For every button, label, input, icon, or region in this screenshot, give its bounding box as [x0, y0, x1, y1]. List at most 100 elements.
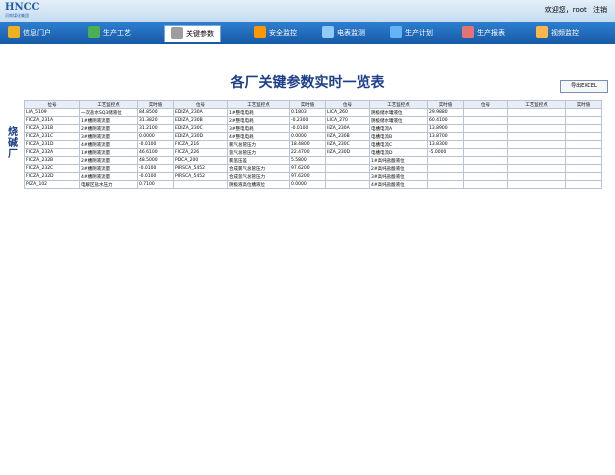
- table-cell: [565, 132, 602, 141]
- table-cell: 31.2100: [137, 124, 174, 133]
- table-cell: PIRSCA_5452: [173, 172, 228, 181]
- table-cell: [427, 164, 464, 173]
- table-cell: IIZA_230C: [325, 140, 370, 149]
- column-header: 工艺监控点: [369, 100, 428, 109]
- table-cell: 氢气总管压力: [227, 148, 290, 157]
- table-cell: 3#高纯盐酸液位: [369, 172, 428, 181]
- table-cell: [565, 180, 602, 189]
- table-cell: 97.6200: [289, 172, 326, 181]
- process-icon: [88, 26, 100, 38]
- table-cell: 13.8700: [427, 132, 464, 141]
- table-header-row: 位号 工艺监控点 实时值 位号 工艺监控点 实时值 位号 工艺监控点 实时值 位…: [24, 100, 602, 109]
- tab-meter[interactable]: 电表监测: [322, 25, 365, 41]
- table-cell: EDIZA_230D: [173, 132, 228, 141]
- table-cell: 合成氢气总管压力: [227, 172, 290, 181]
- table-cell: 阴极液高位槽液位: [227, 180, 290, 189]
- table-cell: 2#槽阴液流量: [79, 156, 138, 165]
- tab-video[interactable]: 视频监控: [536, 25, 579, 41]
- table-cell: 3#槽阴液流量: [79, 164, 138, 173]
- table-row: FICZA_232C 3#槽阴液流量 -0.0100 PIRSCA_5452 合成氯气总…: [24, 164, 602, 173]
- table-cell: [325, 180, 370, 189]
- table-cell: FICZA_232D: [24, 172, 80, 181]
- table-cell: IIZA_230A: [325, 124, 370, 133]
- table-cell: 18.4800: [289, 140, 326, 149]
- table-cell: 1#槽阴液流量: [79, 148, 138, 157]
- column-header: 实时值: [565, 100, 602, 109]
- table-cell: [463, 164, 508, 173]
- table-cell: 阴极储水罐液位: [369, 108, 428, 117]
- table-cell: [427, 156, 464, 165]
- table-cell: 31.3820: [137, 116, 174, 125]
- table-cell: -0.2300: [289, 116, 326, 125]
- table-cell: [325, 156, 370, 165]
- table-cell: 4#整电电耗: [227, 132, 290, 141]
- tab-report[interactable]: 生产报表: [462, 25, 505, 41]
- table-cell: 84.8500: [137, 108, 174, 117]
- table-row: FICZA_231C 3#槽阴液流量 0.0000 EDIZA_230D 4#整电电耗 0…: [24, 132, 602, 141]
- column-header: 位号: [325, 100, 370, 109]
- logout-link[interactable]: 注销: [593, 6, 607, 14]
- table-cell: -5.0000: [427, 148, 464, 157]
- column-header: 位号: [463, 100, 508, 109]
- table-cell: FICZA_231D: [24, 140, 80, 149]
- table-cell: 13.8300: [427, 140, 464, 149]
- table-cell: [463, 124, 508, 133]
- table-cell: [463, 132, 508, 141]
- table-cell: 电槽电流B: [369, 132, 428, 141]
- table-cell: 阴极储水罐液位: [369, 116, 428, 125]
- company-logo: HNCC: [5, 2, 40, 13]
- table-cell: [463, 180, 508, 189]
- table-cell: EDIZA_230C: [173, 124, 228, 133]
- table-cell: FICZA_226: [173, 148, 228, 157]
- table-cell: [565, 148, 602, 157]
- table-cell: 22.4700: [289, 148, 326, 157]
- column-header: 位号: [24, 100, 80, 109]
- table-row: FICZA_231A 1#槽阴液流量 31.3820 EDIZA_230B 2#整电电耗…: [24, 116, 602, 125]
- table-cell: -0.0100: [289, 124, 326, 133]
- table-cell: -0.0100: [137, 164, 174, 173]
- column-header: 工艺监控点: [79, 100, 138, 109]
- table-row: FICZA_231D 4#槽阴液流量 -0.0100 FICZA_216 氯气总管压力 1…: [24, 140, 602, 149]
- table-cell: 电槽电流A: [369, 124, 428, 133]
- tab-key-params[interactable]: 关键参数: [164, 25, 221, 42]
- column-header: 位号: [173, 100, 228, 109]
- table-cell: [565, 108, 602, 117]
- tab-portal[interactable]: 信息门户: [8, 25, 51, 41]
- table-cell: [507, 140, 566, 149]
- table-cell: FICZA_231A: [24, 116, 80, 125]
- table-row: FICZA_232A 1#槽阴液流量 46.6100 FICZA_226 氢气总管压力 2…: [24, 148, 602, 157]
- export-excel-button[interactable]: 导出EXCEL: [560, 80, 608, 93]
- table-cell: -0.0100: [137, 172, 174, 181]
- table-cell: PDCA_200: [173, 156, 228, 165]
- table-cell: LIA_5109: [24, 108, 80, 117]
- table-row: FICZA_231B 2#槽阴液流量 31.2100 EDIZA_230C 3#整电电耗…: [24, 124, 602, 133]
- table-cell: IIZA_230D: [325, 148, 370, 157]
- table-cell: 48.5000: [137, 156, 174, 165]
- table-cell: 0.0000: [289, 180, 326, 189]
- table-cell: 5.5800: [289, 156, 326, 165]
- table-cell: [463, 172, 508, 181]
- table-cell: FICZA_232C: [24, 164, 80, 173]
- table-cell: [325, 164, 370, 173]
- table-cell: [565, 164, 602, 173]
- table-cell: 4#槽阴液流量: [79, 172, 138, 181]
- table-cell: PIZA_102: [24, 180, 80, 189]
- table-cell: PIRSCA_5452: [173, 164, 228, 173]
- table-cell: 电槽电流D: [369, 148, 428, 157]
- table-cell: [325, 172, 370, 181]
- table-cell: 4#高纯盐酸液位: [369, 180, 428, 189]
- tab-safety[interactable]: 安全监控: [254, 25, 297, 41]
- table-cell: [507, 116, 566, 125]
- table-row: FICZA_232B 2#槽阴液流量 48.5000 PDCA_200 氯氢压差 5.58…: [24, 156, 602, 165]
- table-cell: EDIZA_230A: [173, 108, 228, 117]
- table-cell: 2#槽阴液流量: [79, 124, 138, 133]
- company-logo-subtitle: 河南煤化集团: [5, 13, 29, 18]
- table-cell: 0.0000: [137, 132, 174, 141]
- table-cell: 0.1803: [289, 108, 326, 117]
- table-cell: FICZA_232A: [24, 148, 80, 157]
- tab-plan[interactable]: 生产计划: [390, 25, 433, 41]
- table-cell: [565, 156, 602, 165]
- table-cell: 0.7100: [137, 180, 174, 189]
- gear-icon: [171, 27, 183, 39]
- tab-process[interactable]: 生产工艺: [88, 25, 131, 41]
